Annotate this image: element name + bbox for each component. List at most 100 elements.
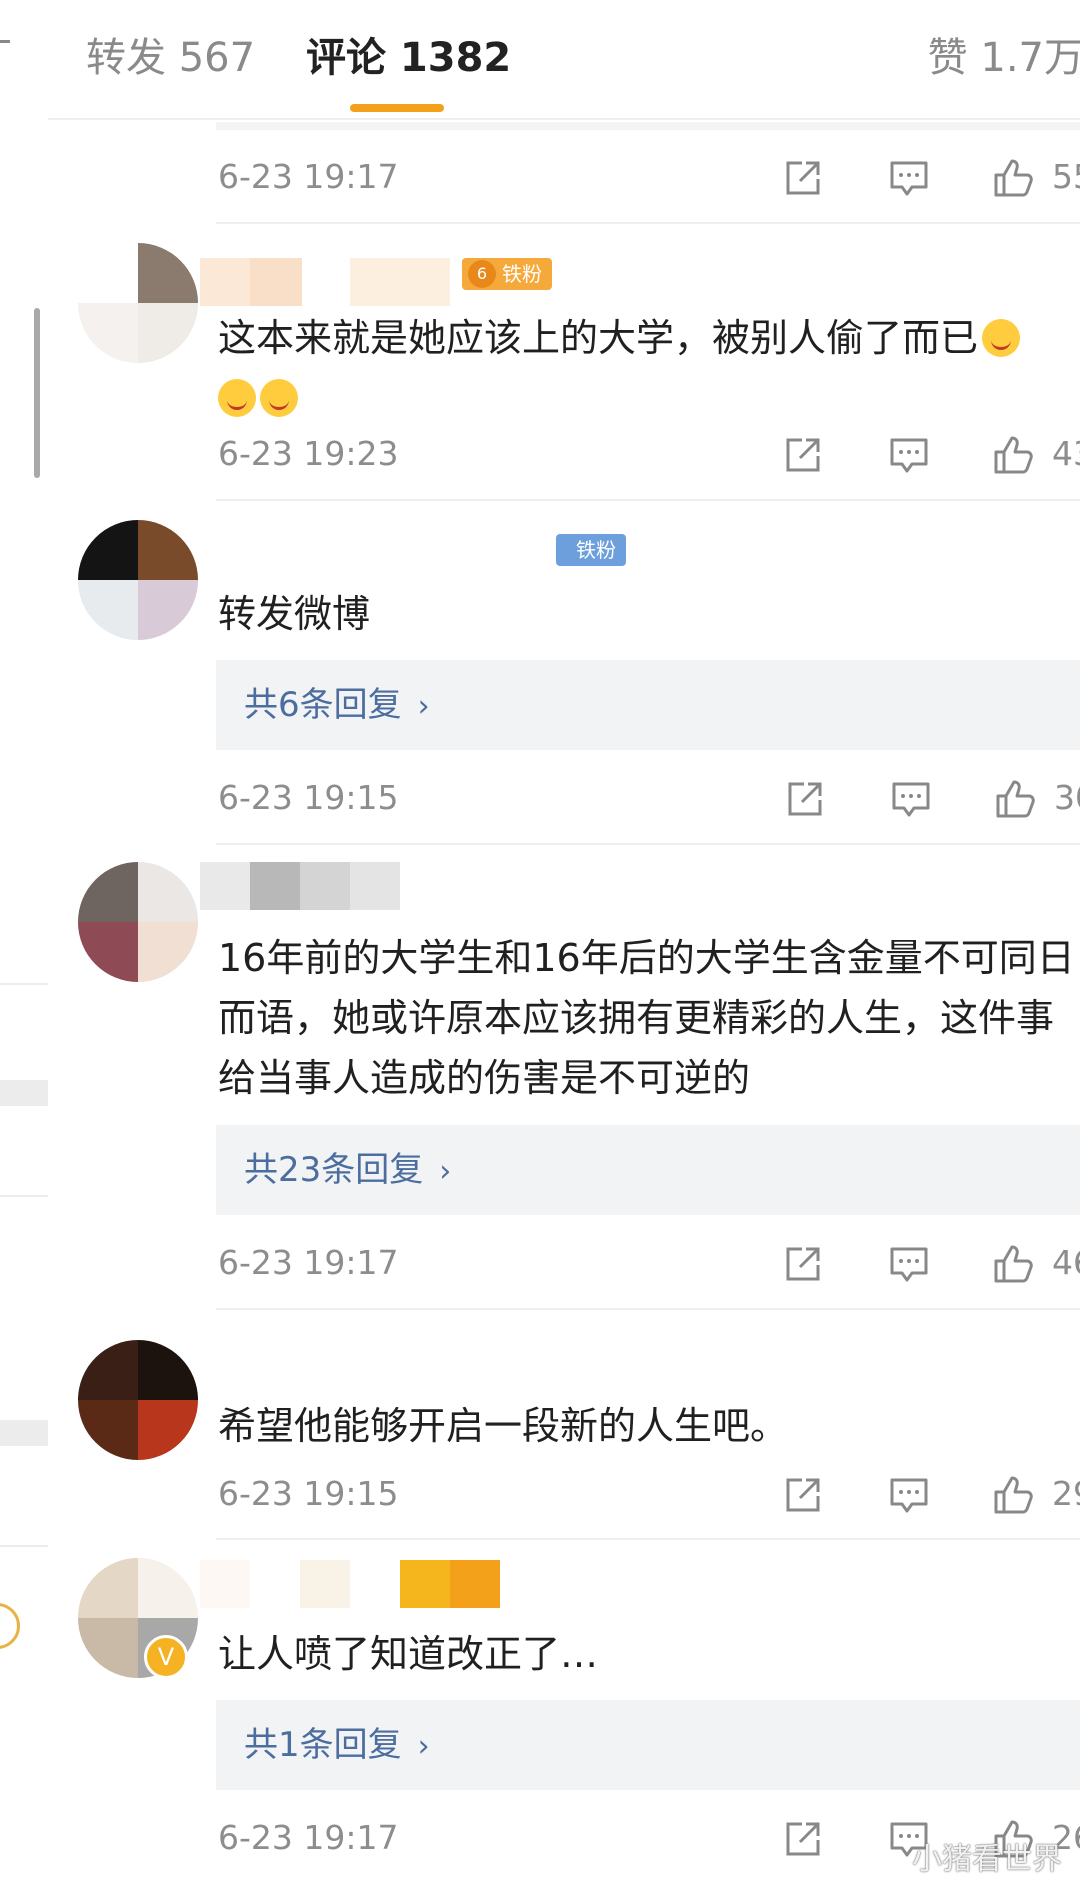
reply-summary[interactable]: 共6条回复 ›	[216, 660, 1080, 750]
like-count: 55	[1052, 157, 1080, 196]
comment-body: 这本来就是她应该上的大学，被别人偷了而已	[218, 316, 979, 360]
share-icon	[786, 1478, 820, 1512]
comment-divider	[216, 1308, 1080, 1310]
comment-divider	[216, 843, 1080, 845]
share-icon	[786, 1822, 820, 1856]
reply-summary[interactable]: 共23条回复 ›	[216, 1125, 1080, 1215]
share-button[interactable]	[780, 432, 826, 478]
left-band	[0, 1080, 48, 1106]
tab-bar: 转发 567 评论 1382 赞 1.7万	[48, 0, 1080, 120]
share-icon	[786, 438, 820, 472]
left-divider	[0, 1545, 48, 1547]
comment-time: 6-23 19:17	[218, 157, 399, 196]
comment-text: 转发微博	[218, 592, 371, 636]
tab-comments[interactable]: 评论 1382	[306, 32, 511, 84]
username-blurred	[250, 862, 300, 910]
like-button[interactable]	[990, 1472, 1036, 1518]
share-button[interactable]	[780, 1241, 826, 1287]
emoji-icon	[982, 319, 1021, 357]
watermark: 小猪看世界	[912, 1842, 1062, 1877]
view-replies-link[interactable]: 共1条回复 ›	[244, 1720, 430, 1772]
comment-button[interactable]	[886, 432, 932, 478]
comment-time: 6-23 19:15	[218, 1474, 399, 1513]
username-blurred	[350, 258, 450, 306]
avatar[interactable]	[78, 243, 198, 363]
fan-badge: 6 铁粉	[462, 258, 552, 290]
thumbs-up-icon	[994, 1476, 1033, 1514]
avatar[interactable]	[78, 862, 198, 982]
left-divider	[0, 983, 48, 985]
thumbs-up-icon	[994, 159, 1033, 197]
share-button[interactable]	[780, 1816, 826, 1862]
like-count: 46	[1052, 1243, 1080, 1282]
avatar[interactable]	[78, 1340, 198, 1460]
username-blurred	[300, 862, 350, 910]
fan-badge-label: 铁粉	[502, 262, 542, 286]
tab-likes[interactable]: 赞 1.7万	[928, 32, 1080, 84]
view-replies-link[interactable]: 共23条回复 ›	[244, 1145, 451, 1197]
comment-button[interactable]	[886, 155, 932, 201]
crown-icon: 6	[468, 260, 496, 288]
chevron-right-icon: ›	[439, 1154, 452, 1189]
emoji-icon	[260, 379, 298, 417]
thumbs-up-icon	[996, 780, 1035, 818]
like-button[interactable]	[990, 155, 1036, 201]
comment-time: 6-23 19:17	[218, 1818, 399, 1857]
fan-badge: 铁粉	[556, 534, 626, 566]
like-button[interactable]	[990, 432, 1036, 478]
thumbs-up-icon	[994, 1245, 1033, 1283]
comment-text: 这本来就是她应该上的大学，被别人偷了而已	[218, 308, 1080, 428]
comment-divider	[216, 1538, 1080, 1540]
like-button[interactable]	[992, 776, 1038, 822]
comment-time: 6-23 19:15	[218, 778, 399, 817]
left-band	[0, 1420, 48, 1446]
comment-icon	[892, 782, 930, 817]
reply-summary[interactable]: 共1条回复 ›	[216, 1700, 1080, 1790]
left-edge-mark	[0, 40, 10, 43]
comment-icon	[890, 1478, 928, 1513]
reply-count: 共6条回复	[244, 685, 402, 725]
comment-icon	[890, 1247, 928, 1282]
share-icon	[788, 782, 822, 816]
username-blurred	[300, 1560, 350, 1608]
comment-divider	[216, 222, 1080, 224]
username-blurred	[450, 1560, 500, 1608]
avatar[interactable]	[78, 520, 198, 640]
comment-text: 16年前的大学生和16年后的大学生含金量不可同日而语，她或许原本应该拥有更精彩的…	[218, 936, 1075, 1100]
reply-count: 共1条回复	[244, 1725, 402, 1765]
comment-button[interactable]	[888, 776, 934, 822]
like-count: 29	[1052, 1474, 1080, 1513]
like-count: 30	[1054, 778, 1080, 817]
comment-button[interactable]	[886, 1241, 932, 1287]
comment-divider	[216, 499, 1080, 501]
like-button[interactable]	[990, 1241, 1036, 1287]
username-blurred[interactable]	[200, 862, 250, 910]
share-icon	[786, 1247, 820, 1281]
share-button[interactable]	[780, 155, 826, 201]
chevron-right-icon: ›	[417, 1729, 430, 1764]
username-blurred	[350, 862, 400, 910]
verified-icon: V	[144, 1635, 188, 1679]
tab-forward[interactable]: 转发 567	[86, 32, 255, 84]
username-blurred[interactable]	[200, 1560, 250, 1608]
view-replies-link[interactable]: 共6条回复 ›	[244, 680, 430, 732]
reply-count: 共23条回复	[244, 1150, 424, 1190]
comment-text: 希望他能够开启一段新的人生吧。	[218, 1404, 789, 1448]
share-icon	[786, 161, 820, 195]
share-button[interactable]	[782, 776, 828, 822]
scrollbar[interactable]	[34, 308, 40, 478]
username-blurred	[400, 1560, 450, 1608]
emoji-icon	[218, 379, 256, 417]
header-shadow	[216, 122, 1080, 130]
thumbs-up-icon	[994, 436, 1033, 474]
chevron-right-icon: ›	[417, 689, 430, 724]
share-button[interactable]	[780, 1472, 826, 1518]
comment-text: 让人喷了知道改正了…	[218, 1632, 599, 1676]
comment-button[interactable]	[886, 1472, 932, 1518]
left-panel-edge	[0, 0, 48, 1885]
left-circle-icon	[0, 1603, 20, 1649]
comment-time: 6-23 19:23	[218, 434, 399, 473]
tab-active-indicator	[350, 104, 444, 112]
comment-icon	[890, 438, 928, 473]
username-blurred	[250, 258, 302, 306]
